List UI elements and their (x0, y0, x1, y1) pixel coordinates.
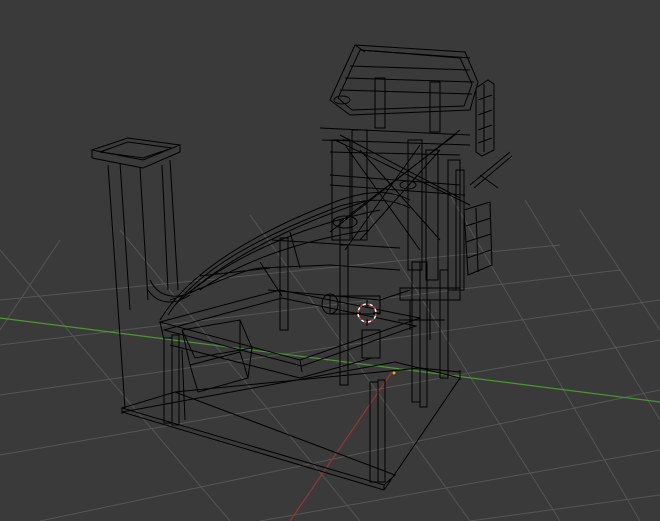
object-origin-icon[interactable] (391, 370, 397, 376)
x-axis-line (0, 317, 660, 403)
3d-viewport[interactable] (0, 0, 660, 521)
wireframe-model[interactable] (90, 44, 513, 491)
viewport-canvas[interactable] (0, 0, 660, 521)
3d-cursor-icon[interactable] (354, 300, 380, 326)
